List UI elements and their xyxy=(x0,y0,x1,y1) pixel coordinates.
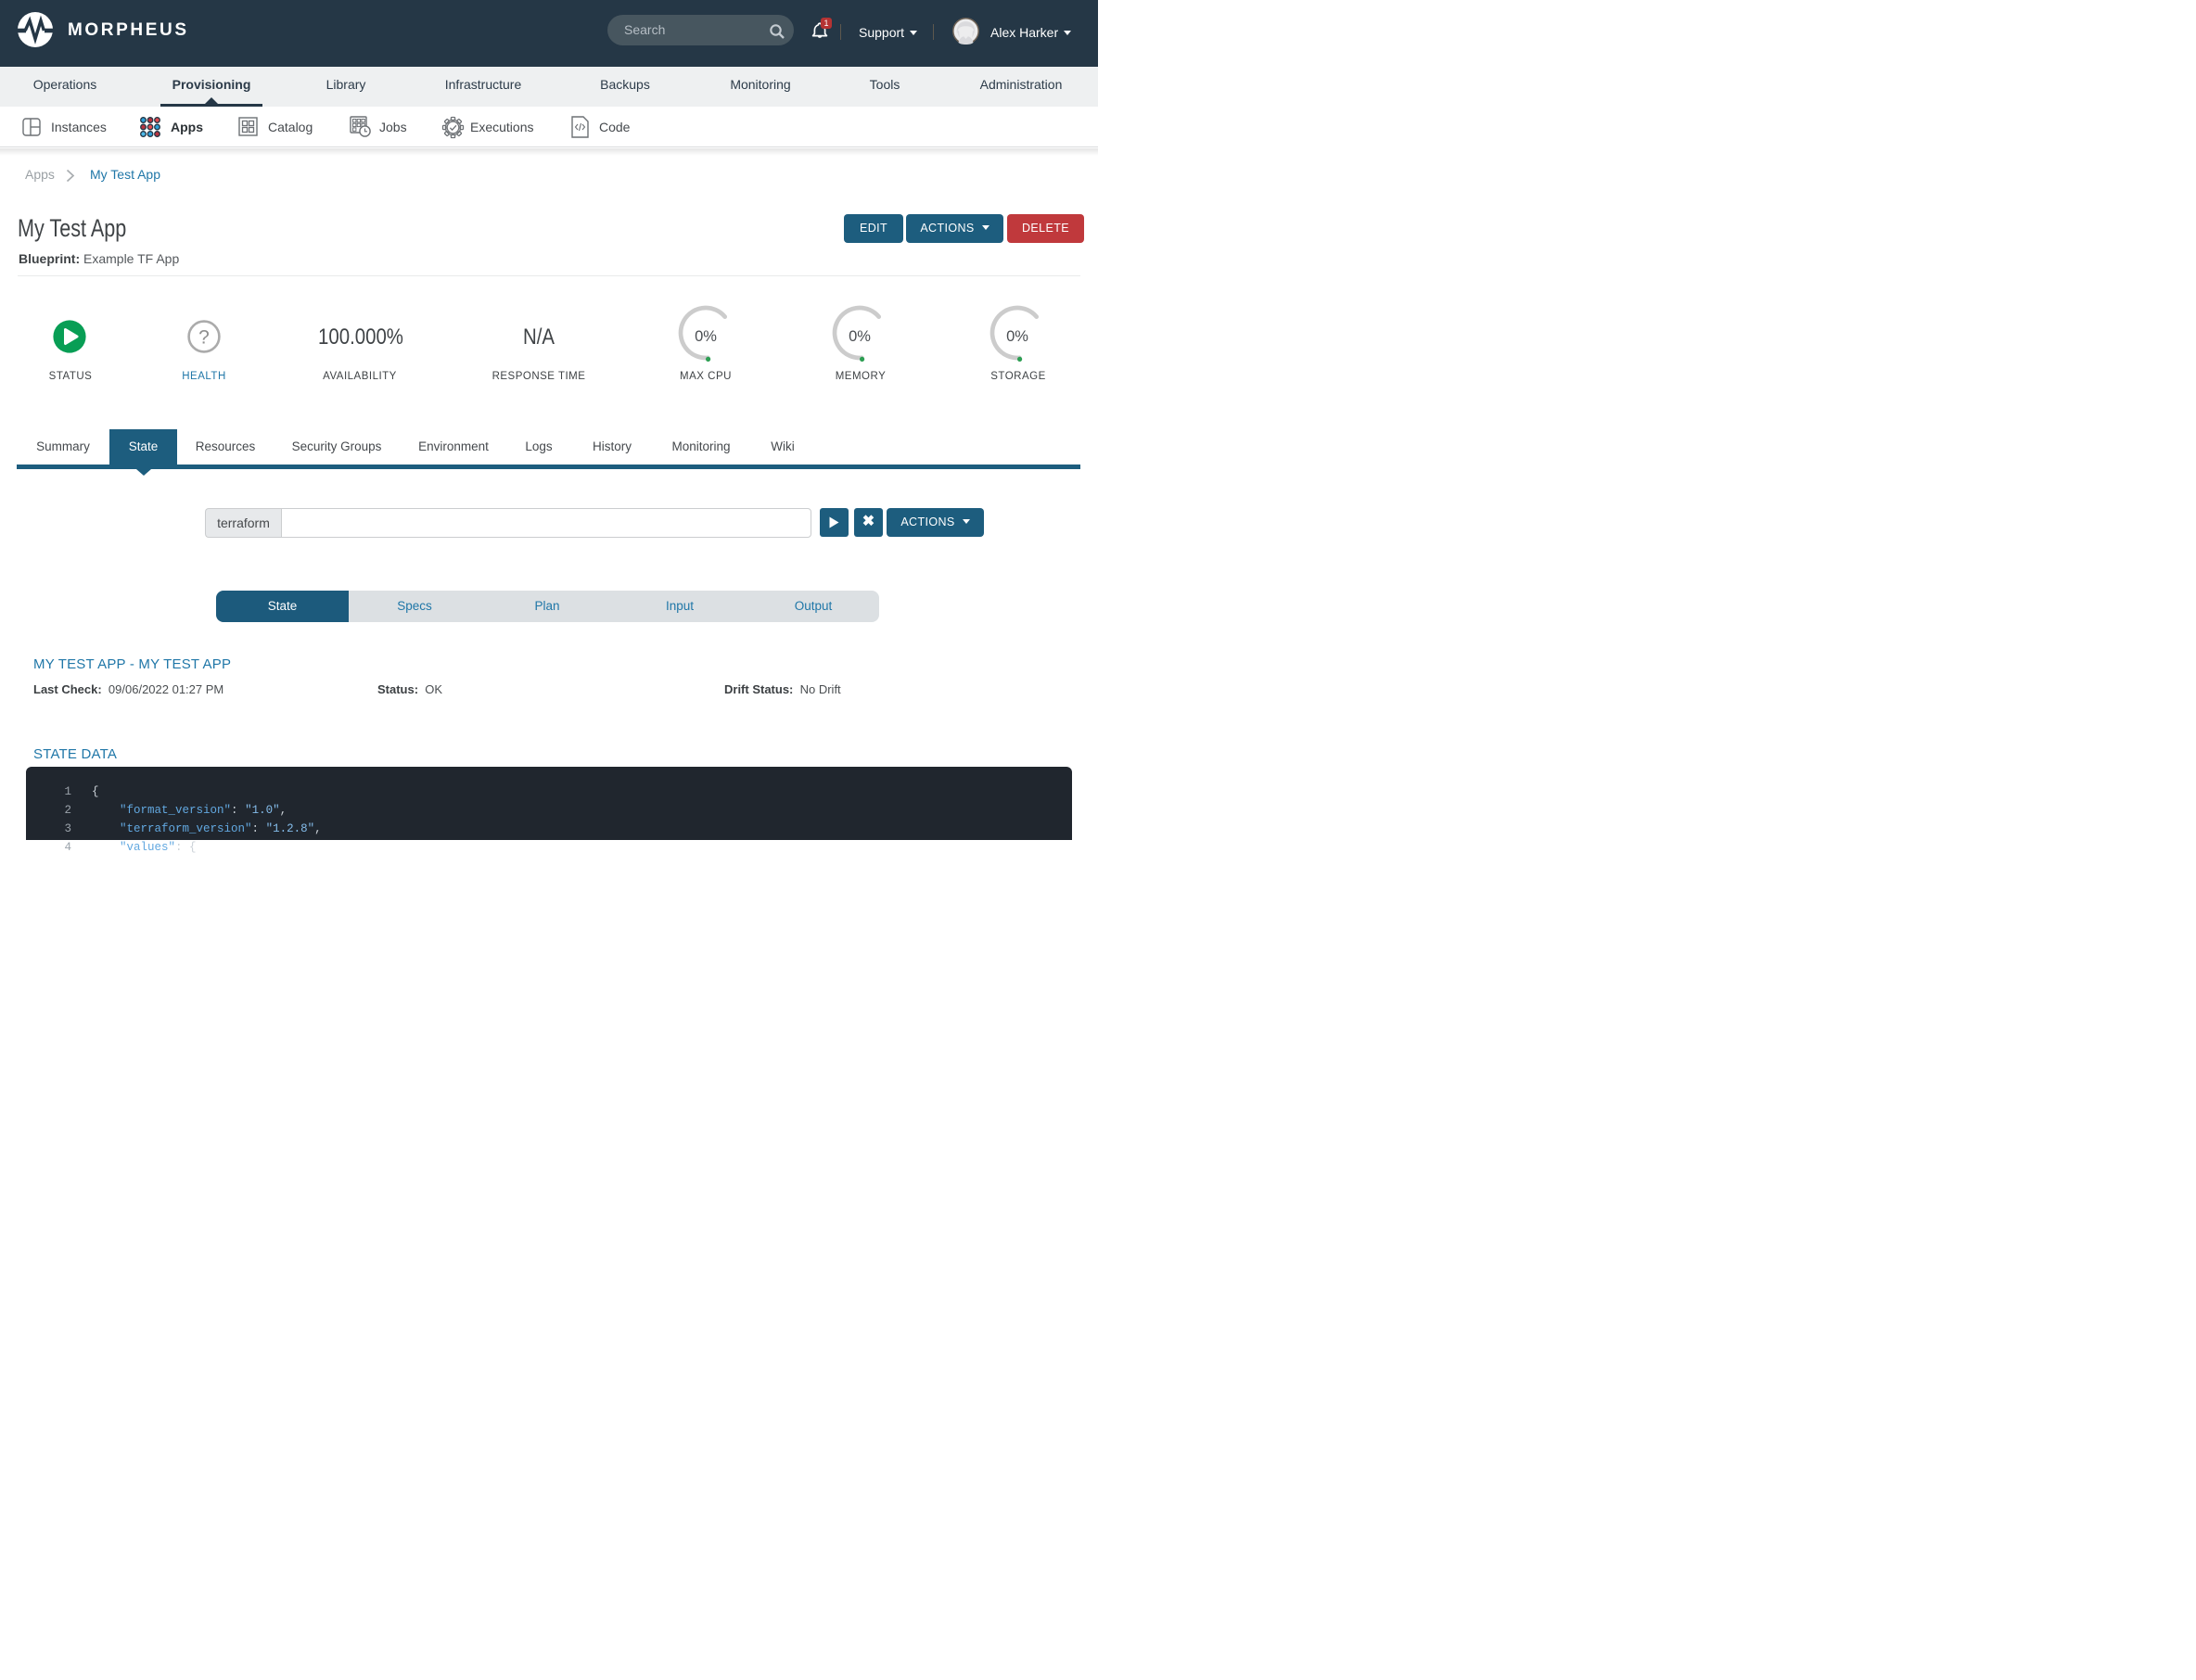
svg-text:?: ? xyxy=(198,327,210,349)
